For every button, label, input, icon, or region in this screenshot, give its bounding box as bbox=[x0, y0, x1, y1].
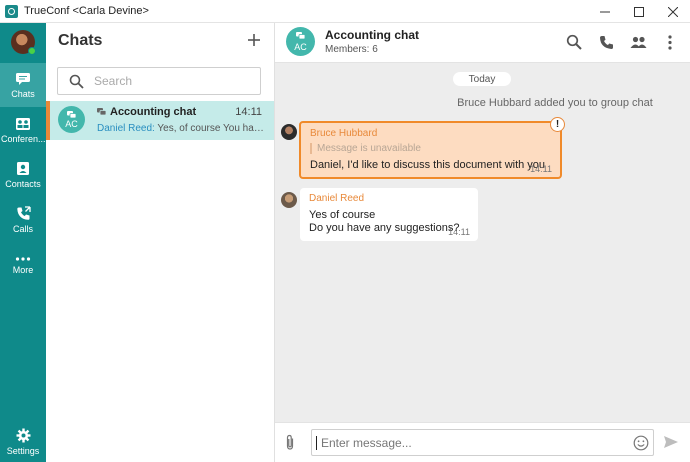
nav-item-chats[interactable]: Chats bbox=[0, 63, 46, 107]
calls-icon bbox=[16, 206, 31, 220]
chat-avatar-initials: AC bbox=[65, 119, 78, 129]
chat-header-avatar[interactable]: AC bbox=[286, 27, 315, 56]
nav-item-settings[interactable]: Settings bbox=[0, 420, 46, 462]
title-bar: TrueConf <Carla Devine> bbox=[0, 0, 690, 23]
emoji-icon[interactable] bbox=[633, 435, 649, 451]
more-icon bbox=[15, 256, 31, 261]
nav-label: Settings bbox=[6, 446, 40, 456]
chat-list-item[interactable]: AC Accounting chat 14:11 Daniel Reed: Ye… bbox=[46, 101, 274, 140]
message-input[interactable] bbox=[321, 436, 621, 450]
nav-label: Contacts bbox=[5, 179, 41, 189]
chat-header-initials: AC bbox=[294, 42, 307, 52]
call-button[interactable] bbox=[590, 31, 622, 53]
preview-sender: Daniel Reed: bbox=[97, 123, 155, 134]
message-bubble[interactable]: Bruce Hubbard Message is unavailable Dan… bbox=[299, 117, 565, 179]
maximize-icon bbox=[634, 6, 644, 17]
contacts-icon bbox=[17, 162, 29, 175]
nav-label: Chats bbox=[11, 88, 35, 99]
search-in-chat-button[interactable] bbox=[558, 31, 590, 53]
chat-header-title[interactable]: Accounting chat bbox=[325, 28, 419, 42]
search-box[interactable] bbox=[57, 67, 261, 95]
system-message: Bruce Hubbard added you to group chat bbox=[457, 97, 653, 109]
chat-list-item-preview: Daniel Reed: Yes, of course You have a..… bbox=[97, 123, 267, 134]
message-bubble[interactable]: Daniel Reed Yes of course Do you have an… bbox=[300, 188, 478, 241]
search-input[interactable] bbox=[94, 74, 254, 88]
message-text-line: Yes of course bbox=[309, 209, 376, 221]
conference-icon bbox=[16, 117, 30, 130]
paperclip-icon[interactable] bbox=[284, 434, 296, 451]
window-title: TrueConf <Carla Devine> bbox=[24, 5, 149, 17]
group-chat-icon bbox=[67, 111, 76, 119]
search-icon bbox=[566, 34, 582, 50]
window-controls bbox=[588, 0, 690, 23]
new-chat-plus-icon[interactable] bbox=[246, 32, 262, 48]
chat-avatar: AC bbox=[58, 106, 85, 133]
message-text: Daniel, I'd like to discuss this documen… bbox=[310, 159, 546, 171]
chat-list-item-title: Accounting chat bbox=[97, 106, 196, 118]
group-chat-icon bbox=[296, 32, 305, 40]
send-icon[interactable] bbox=[663, 435, 679, 449]
close-icon bbox=[668, 6, 678, 17]
vertical-more-icon bbox=[668, 34, 672, 50]
search-icon bbox=[69, 74, 84, 89]
message-text-line: Do you have any suggestions? bbox=[309, 222, 460, 234]
message-box[interactable] bbox=[311, 429, 654, 456]
message-area[interactable]: Today Bruce Hubbard added you to group c… bbox=[275, 63, 690, 422]
nav-label: More bbox=[12, 264, 34, 275]
chat-list-panel: Chats AC Accounting chat 14:11 Daniel Re… bbox=[46, 23, 275, 462]
nav-label: Calls bbox=[12, 224, 33, 234]
chat-title-text: Accounting chat bbox=[110, 106, 197, 118]
presence-status-indicator bbox=[28, 47, 36, 55]
message-time: 14:11 bbox=[448, 227, 470, 237]
day-separator: Today bbox=[453, 72, 511, 86]
chat-members-count: Members: 6 bbox=[325, 44, 378, 55]
nav-label: Conferen... bbox=[1, 133, 45, 144]
nav-item-calls[interactable]: Calls bbox=[0, 198, 46, 242]
maximize-button[interactable] bbox=[622, 0, 656, 23]
participants-icon bbox=[630, 36, 646, 48]
nav-rail: Chats Conferen... Contacts Calls More Se… bbox=[0, 23, 46, 462]
chat-list-item-time: 14:11 bbox=[235, 106, 262, 118]
minimize-button[interactable] bbox=[588, 0, 622, 23]
preview-text: Yes, of course You have a... bbox=[157, 123, 267, 134]
phone-icon bbox=[599, 35, 613, 49]
nav-item-conferences[interactable]: Conferen... bbox=[0, 108, 46, 152]
chat-header-actions bbox=[558, 31, 686, 53]
minimize-icon bbox=[600, 11, 610, 12]
message-sender: Bruce Hubbard bbox=[310, 128, 378, 139]
quoted-message: Message is unavailable bbox=[310, 143, 421, 154]
chat-header: AC Accounting chat Members: 6 bbox=[275, 23, 690, 63]
gear-icon bbox=[16, 428, 30, 443]
message-composer bbox=[275, 422, 690, 462]
nav-item-more[interactable]: More bbox=[0, 243, 46, 287]
sender-avatar[interactable] bbox=[281, 192, 297, 208]
group-chat-icon bbox=[97, 108, 106, 116]
chat-list-title: Chats bbox=[58, 32, 103, 49]
close-window-button[interactable] bbox=[656, 0, 690, 23]
message-sender: Daniel Reed bbox=[309, 193, 365, 204]
warning-badge-icon: ! bbox=[550, 117, 565, 132]
message-time: 14:11 bbox=[530, 164, 552, 174]
chat-icon bbox=[16, 72, 30, 85]
chat-menu-button[interactable] bbox=[654, 31, 686, 53]
sender-avatar[interactable] bbox=[281, 124, 297, 140]
nav-item-contacts[interactable]: Contacts bbox=[0, 153, 46, 197]
participants-button[interactable] bbox=[622, 31, 654, 53]
trueconf-logo-icon bbox=[5, 4, 18, 18]
